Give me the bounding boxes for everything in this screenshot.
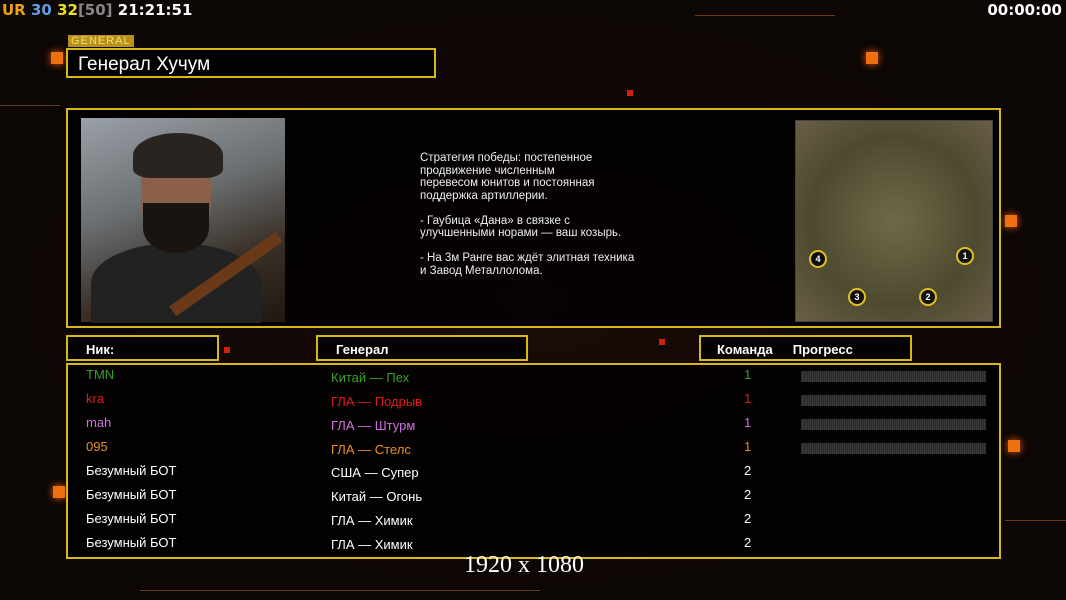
player-row[interactable]: Безумный БОТ ГЛА — Химик 2 — [68, 511, 999, 535]
header-nick: Ник: — [66, 335, 219, 361]
progress-bar — [801, 443, 986, 454]
player-row[interactable]: Безумный БОТ США — Супер 2 — [68, 463, 999, 487]
player-team: 2 — [744, 487, 752, 502]
progress-bar — [801, 395, 986, 406]
header-progress: Прогресс — [792, 342, 853, 357]
decor-line — [1005, 520, 1066, 521]
decor-line — [140, 590, 540, 591]
decor-square — [659, 339, 665, 345]
player-row[interactable]: Безумный БОТ Китай — Огонь 2 — [68, 487, 999, 511]
decor-square — [627, 90, 633, 96]
player-team: 2 — [744, 463, 752, 478]
player-nick: Безумный БОТ — [86, 511, 177, 526]
header-general: Генерал — [316, 335, 528, 361]
header-team: Команда — [717, 342, 773, 357]
decor-square — [51, 52, 63, 64]
progress-bar — [801, 419, 986, 430]
map-preview: 1 2 3 4 — [795, 120, 993, 322]
start-marker: 4 — [809, 250, 827, 268]
player-team: 2 — [744, 511, 752, 526]
player-nick: Безумный БОТ — [86, 535, 177, 550]
hud-stats: UR 30 32[50] 21:21:51 — [2, 1, 192, 19]
player-list: TMN Китай — Пех 1 kra ГЛА — Подрыв 1 mah ГЛА — … — [66, 363, 1001, 559]
player-row[interactable]: TMN Китай — Пех 1 — [68, 367, 999, 391]
game-timer: 00:00:00 — [987, 1, 1062, 19]
player-team: 1 — [744, 391, 752, 406]
player-row[interactable]: kra ГЛА — Подрыв 1 — [68, 391, 999, 415]
player-row[interactable]: mah ГЛА — Штурм 1 — [68, 415, 999, 439]
player-general: ГЛА — Стелс — [331, 442, 411, 457]
player-nick: mah — [86, 415, 112, 430]
ur-label: UR — [2, 1, 26, 19]
player-general: ГЛА — Штурм — [331, 418, 416, 433]
player-team: 1 — [744, 439, 752, 454]
player-nick: Безумный БОТ — [86, 487, 177, 502]
player-nick: 095 — [86, 439, 108, 454]
player-team: 2 — [744, 535, 752, 550]
decor-line — [0, 105, 60, 106]
stat-cap: [50] — [77, 1, 113, 19]
general-portrait — [81, 118, 285, 323]
resolution-label: 1920 x 1080 — [464, 552, 584, 578]
player-general: Китай — Пех — [331, 370, 410, 385]
progress-bar — [801, 371, 986, 382]
stat-1: 30 — [30, 1, 52, 19]
player-team: 1 — [744, 415, 752, 430]
start-marker: 1 — [956, 247, 974, 265]
player-nick: TMN — [86, 367, 115, 382]
decor-line — [695, 15, 835, 16]
header-team-progress: Команда Прогресс — [699, 335, 912, 361]
player-row[interactable]: 095 ГЛА — Стелс 1 — [68, 439, 999, 463]
decor-square — [1008, 440, 1020, 452]
general-tag: GENERAL — [68, 35, 134, 47]
start-marker: 2 — [919, 288, 937, 306]
stat-2: 32 — [57, 1, 78, 19]
clock-time: 21:21:51 — [117, 1, 193, 19]
general-info-panel: Стратегия победы: постепенное продвижени… — [66, 108, 1001, 328]
general-name: Генерал Хучум — [66, 48, 436, 78]
player-general: ГЛА — Химик — [331, 537, 413, 552]
decor-square — [1005, 215, 1017, 227]
decor-square — [53, 486, 65, 498]
general-description: Стратегия победы: постепенное продвижени… — [420, 152, 635, 277]
player-team: 1 — [744, 367, 752, 382]
player-general: ГЛА — Подрыв — [331, 394, 423, 409]
player-general: США — Супер — [331, 465, 419, 480]
player-nick: kra — [86, 391, 105, 406]
decor-square — [866, 52, 878, 64]
start-marker: 3 — [848, 288, 866, 306]
decor-square — [224, 347, 230, 353]
player-general: Китай — Огонь — [331, 489, 423, 504]
player-general: ГЛА — Химик — [331, 513, 413, 528]
player-nick: Безумный БОТ — [86, 463, 177, 478]
